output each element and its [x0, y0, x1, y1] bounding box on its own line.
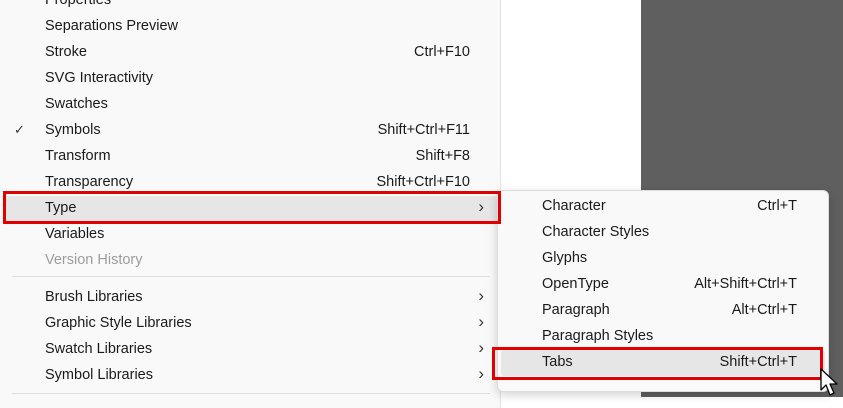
- menu-item-graphic-style-libraries[interactable]: Graphic Style Libraries ›: [4, 311, 498, 337]
- menu-item-shortcut: Shift+Ctrl+F11: [377, 122, 470, 138]
- menu-item-swatches[interactable]: Swatches: [4, 92, 498, 118]
- menu-item-label: Paragraph: [542, 302, 610, 318]
- menu-item-label: Character Styles: [542, 224, 650, 240]
- menu-item-stroke[interactable]: Stroke Ctrl+F10: [4, 40, 498, 66]
- chevron-right-icon: ›: [478, 312, 484, 331]
- submenu-item-paragraph-styles[interactable]: Paragraph Styles: [501, 324, 825, 350]
- check-icon: ✓: [14, 122, 25, 137]
- menu-item-type[interactable]: Type ›: [4, 196, 498, 222]
- submenu-item-paragraph[interactable]: Paragraph Alt+Ctrl+T: [501, 298, 825, 324]
- submenu-item-opentype[interactable]: OpenType Alt+Shift+Ctrl+T: [501, 272, 825, 298]
- menu-item-label: Brush Libraries: [45, 289, 143, 305]
- menu-item-shortcut: Alt+Shift+Ctrl+T: [694, 276, 797, 292]
- menu-item-variables[interactable]: Variables: [4, 222, 498, 248]
- menu-item-shortcut: Shift+Ctrl+T: [719, 354, 797, 370]
- menu-item-label: Symbols: [45, 122, 101, 138]
- submenu-item-character-styles[interactable]: Character Styles: [501, 220, 825, 246]
- chevron-right-icon: ›: [478, 338, 484, 357]
- menu-separator: [12, 276, 490, 277]
- menu-item-label: Glyphs: [542, 250, 588, 266]
- menu-item-label: Version History: [45, 252, 143, 268]
- menu-item-label: Separations Preview: [45, 18, 178, 34]
- menu-item-label: Graphic Style Libraries: [45, 315, 192, 331]
- chevron-right-icon: ›: [478, 197, 484, 216]
- window-menu: Properties Separations Preview Stroke Ct…: [0, 0, 501, 408]
- menu-item-label: Symbol Libraries: [45, 367, 153, 383]
- menu-item-label: SVG Interactivity: [45, 70, 153, 86]
- menu-item-symbol-libraries[interactable]: Symbol Libraries ›: [4, 363, 498, 389]
- menu-item-transparency[interactable]: Transparency Shift+Ctrl+F10: [4, 170, 498, 196]
- mouse-pointer-icon: [820, 368, 838, 396]
- menu-item-label: Swatches: [45, 96, 108, 112]
- menu-item-label: Transform: [45, 148, 111, 164]
- menu-item-label: Properties: [45, 0, 112, 8]
- menu-item-label: Type: [45, 200, 77, 216]
- submenu-item-tabs[interactable]: Tabs Shift+Ctrl+T: [501, 350, 825, 376]
- chevron-right-icon: ›: [478, 364, 484, 383]
- menu-item-properties[interactable]: Properties: [4, 0, 498, 14]
- menu-item-label: Stroke: [45, 44, 87, 60]
- menu-item-label: Tabs: [542, 354, 573, 370]
- menu-item-separations-preview[interactable]: Separations Preview: [4, 14, 498, 40]
- menu-item-shortcut: Shift+F8: [415, 148, 470, 164]
- menu-item-label: Character: [542, 198, 606, 214]
- menu-item-version-history: Version History: [4, 248, 498, 274]
- chevron-right-icon: ›: [478, 286, 484, 305]
- submenu-item-character[interactable]: Character Ctrl+T: [501, 194, 825, 220]
- menu-item-label: Paragraph Styles: [542, 328, 654, 344]
- type-submenu: Character Ctrl+T Character Styles Glyphs…: [497, 190, 829, 392]
- menu-item-swatch-libraries[interactable]: Swatch Libraries ›: [4, 337, 498, 363]
- menu-item-label: Variables: [45, 226, 105, 242]
- menu-item-label: OpenType: [542, 276, 609, 292]
- menu-item-brush-libraries[interactable]: Brush Libraries ›: [4, 285, 498, 311]
- menu-separator: [12, 393, 490, 394]
- menu-item-shortcut: Ctrl+F10: [413, 44, 470, 60]
- menu-item-label: Swatch Libraries: [45, 341, 153, 357]
- submenu-item-glyphs[interactable]: Glyphs: [501, 246, 825, 272]
- menu-item-shortcut: Shift+Ctrl+F10: [376, 174, 471, 190]
- menu-item-shortcut: Ctrl+T: [757, 198, 797, 214]
- menu-item-symbols[interactable]: ✓ Symbols Shift+Ctrl+F11: [4, 118, 498, 144]
- menu-item-svg-interactivity[interactable]: SVG Interactivity: [4, 66, 498, 92]
- menu-item-shortcut: Alt+Ctrl+T: [731, 302, 797, 318]
- menu-item-label: Transparency: [45, 174, 134, 190]
- menu-item-transform[interactable]: Transform Shift+F8: [4, 144, 498, 170]
